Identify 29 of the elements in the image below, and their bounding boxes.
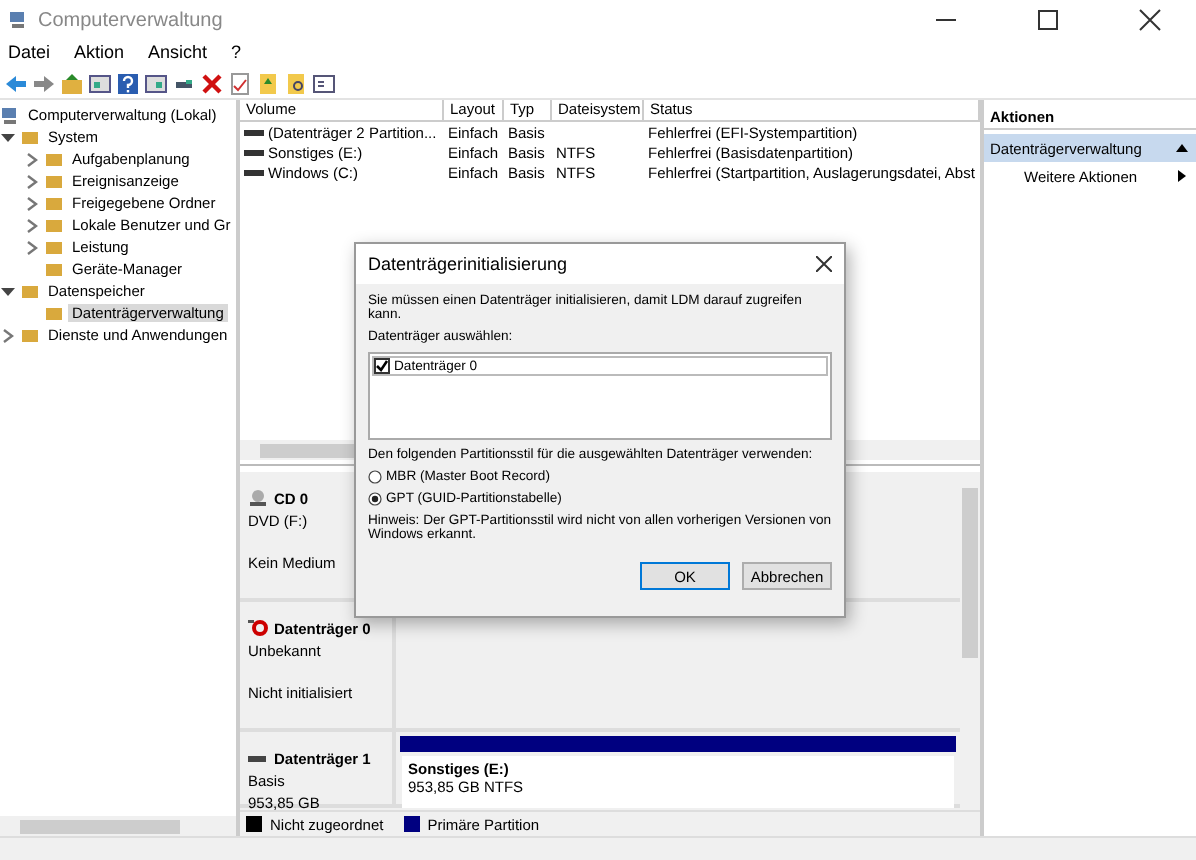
computer-icon — [0, 105, 20, 125]
menu-item[interactable]: ? — [231, 42, 242, 62]
submenu-arrow-icon — [1174, 168, 1190, 184]
folder-up-icon[interactable] — [60, 71, 84, 95]
radio-button[interactable] — [368, 492, 382, 506]
document-check-icon[interactable] — [228, 71, 252, 95]
console-icon[interactable] — [312, 71, 336, 95]
dialog-title: Datenträgerinitialisierung — [368, 254, 568, 274]
scrollbar[interactable] — [0, 816, 236, 836]
help-icon[interactable] — [116, 71, 140, 95]
radio-button[interactable] — [368, 470, 382, 484]
collapse-arrow-icon[interactable] — [0, 283, 16, 299]
folder-search-icon[interactable] — [284, 71, 308, 95]
menu-item[interactable]: Ansicht — [148, 42, 208, 62]
close-icon[interactable] — [816, 256, 832, 272]
disc-drive-icon — [248, 488, 268, 508]
back-arrow-icon[interactable] — [4, 71, 28, 95]
disk-error-icon — [248, 618, 268, 638]
delete-icon[interactable] — [200, 71, 224, 95]
app-icon — [8, 10, 28, 30]
forward-arrow-icon[interactable] — [32, 71, 56, 95]
window-title: Computerverwaltung — [38, 9, 225, 31]
panel-icon[interactable] — [88, 71, 112, 95]
menu-item[interactable]: Aktion — [74, 42, 125, 62]
menu-item[interactable]: Datei — [8, 42, 51, 62]
collapse-arrow-icon[interactable] — [0, 129, 16, 145]
collapse-arrow-icon — [1174, 140, 1190, 156]
checkbox[interactable] — [374, 358, 390, 374]
panel-icon[interactable] — [144, 71, 168, 95]
